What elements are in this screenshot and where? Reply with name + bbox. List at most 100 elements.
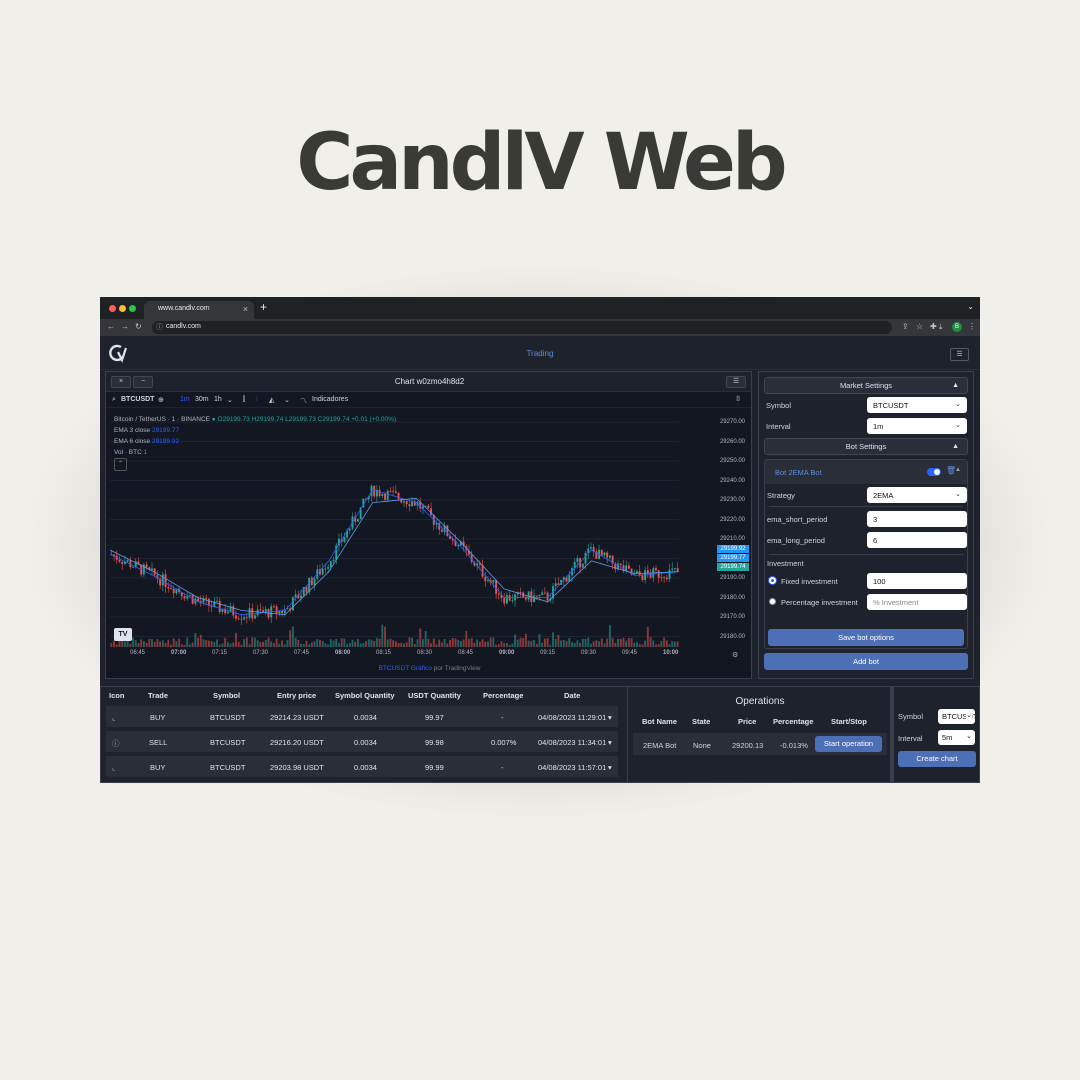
symbol-select[interactable]: BTCUSDT ⌄ <box>867 397 967 413</box>
quick-interval-select[interactable]: 5m ⌄ <box>938 730 975 745</box>
site-info-icon[interactable]: ⓘ <box>156 322 163 332</box>
start-operation-button[interactable]: Start operation <box>815 736 882 752</box>
volume-bar <box>313 641 316 647</box>
tab-search-icon[interactable]: ⌄ <box>967 302 974 311</box>
maximize-window-dot[interactable] <box>129 305 136 312</box>
volume-bar <box>329 639 332 647</box>
chart-settings-icon[interactable]: ⚙ <box>732 651 738 659</box>
volume-bar <box>110 643 113 647</box>
strategy-select[interactable]: 2EMA ⌄ <box>867 487 967 503</box>
symbol-search-icon[interactable]: ⌕ <box>112 396 116 404</box>
table-row[interactable]: ⌞ BUY BTCUSDT 29203.98 USDT 0.0034 99.99… <box>106 756 618 777</box>
chevron-down-icon: ⌄ <box>966 711 972 719</box>
browser-tab[interactable]: www.candlv.com × <box>144 301 254 319</box>
percentage-investment-input[interactable]: % Investment <box>867 594 967 610</box>
y-tick-label: 29180.00 <box>719 633 745 640</box>
volume-bar <box>272 643 275 647</box>
credit-link[interactable]: BTCUSDT Gráfico <box>378 665 431 672</box>
interval-dropdown-icon[interactable]: ⌄ <box>227 396 233 404</box>
fixed-investment-radio[interactable] <box>769 577 776 584</box>
price-tag: 29199.74 <box>717 563 749 571</box>
volume-bar <box>123 641 126 647</box>
add-compare-icon[interactable]: ⊕ <box>158 396 164 404</box>
candle-body <box>373 485 376 497</box>
bot-card-header[interactable]: Bot 2EMA Bot 🗑 ▲ <box>765 460 967 484</box>
x-tick-label: 08:45 <box>458 650 474 656</box>
new-tab-icon[interactable]: + <box>260 300 267 314</box>
hamburger-menu-icon[interactable]: ☰ <box>950 348 969 361</box>
ema-short-input[interactable]: 3 <box>867 511 967 527</box>
add-bot-button[interactable]: Add bot <box>764 653 968 670</box>
share-icon[interactable]: ⇪ <box>902 322 909 331</box>
candle-body <box>446 525 449 537</box>
volume-bar <box>216 639 218 647</box>
tradingview-logo-icon[interactable]: TV <box>114 628 132 641</box>
collapse-legend-icon[interactable]: ⌃ <box>114 458 128 471</box>
save-bot-options-button[interactable]: Save bot options <box>768 629 964 646</box>
interval-1h[interactable]: 1h <box>214 396 222 403</box>
vol-value: 1 <box>143 449 148 456</box>
dropdown-caret-icon[interactable]: ▾ <box>608 763 612 772</box>
screenshot-icon[interactable]: ⌷ <box>736 396 740 404</box>
candle-body <box>235 615 237 619</box>
quick-symbol-label: Symbol <box>898 712 924 721</box>
time-axis[interactable]: 06:45 07:00 07:15 07:30 07:45 08:00 08:15 08:30… <box>110 648 717 660</box>
reload-icon[interactable]: ↻ <box>135 322 142 331</box>
chart-line-icon[interactable]: ⌞ <box>112 713 116 722</box>
qty-cell: 0.0034 <box>354 713 377 722</box>
indicators-icon[interactable]: 〽 <box>300 396 307 406</box>
market-settings-title: Market Settings <box>839 381 893 390</box>
forward-icon[interactable]: → <box>121 322 129 331</box>
style-dropdown-icon[interactable]: ⌄ <box>284 396 290 404</box>
chart-menu-button[interactable]: ☰ <box>726 376 746 388</box>
extensions-icon[interactable]: ✚ <box>930 322 937 331</box>
volume-bar <box>489 637 492 647</box>
close-tab-icon[interactable]: × <box>243 304 248 314</box>
info-circle-icon[interactable]: ⓘ <box>112 738 120 749</box>
dropdown-caret-icon[interactable]: ▾ <box>608 738 612 747</box>
collapse-up-icon[interactable]: ▲ <box>955 467 961 473</box>
interval-1m[interactable]: 1m <box>180 396 190 403</box>
percentage-investment-radio[interactable] <box>769 598 776 605</box>
indicators-label[interactable]: Indicadores <box>312 396 348 403</box>
interval-30m[interactable]: 30m <box>195 396 209 403</box>
symbol-row: Symbol BTCUSDT ⌄ <box>764 394 968 415</box>
candle-body <box>392 490 395 492</box>
address-bar[interactable]: ⓘ candlv.com <box>152 321 892 334</box>
ema3-value: 29199.77 <box>151 427 180 434</box>
dropdown-caret-icon[interactable]: ▾ <box>608 713 612 722</box>
profile-avatar[interactable]: B <box>952 322 962 332</box>
volume-bar <box>264 640 267 647</box>
candle-body <box>348 528 351 531</box>
create-chart-button[interactable]: Create chart <box>898 751 976 767</box>
back-icon[interactable]: ← <box>107 322 115 331</box>
bookmark-star-icon[interactable]: ☆ <box>916 322 923 331</box>
ema-long-input[interactable]: 6 <box>867 532 967 548</box>
candle-body <box>164 574 167 588</box>
area-style-icon[interactable]: ◭ <box>269 396 274 404</box>
volume-bar <box>259 642 262 647</box>
chart-symbol[interactable]: BTCUSDT <box>121 396 154 403</box>
table-row[interactable]: ⌞ BUY BTCUSDT 29214.23 USDT 0.0034 99.97… <box>106 706 618 727</box>
chart-line-icon[interactable]: ⌞ <box>112 763 116 772</box>
bot-enable-toggle[interactable] <box>927 468 941 476</box>
bar-style-icon[interactable]: ⫿ <box>243 396 245 404</box>
fixed-investment-input[interactable]: 100 <box>867 573 967 589</box>
table-row[interactable]: ⓘ SELL BTCUSDT 29216.20 USDT 0.0034 99.9… <box>106 731 618 752</box>
market-settings-header[interactable]: Market Settings ▲ <box>764 377 968 394</box>
nav-title[interactable]: Trading <box>100 349 980 358</box>
interval-select[interactable]: 1m ⌄ <box>867 418 967 434</box>
browser-menu-icon[interactable]: ⋮ <box>968 322 976 331</box>
bot-settings-header[interactable]: Bot Settings ▲ <box>764 438 968 455</box>
minimize-window-dot[interactable] <box>119 305 126 312</box>
volume-bar <box>346 644 349 647</box>
close-window-dot[interactable] <box>109 305 116 312</box>
price-axis[interactable]: 29270.00 29260.00 29250.00 29240.00 29230.00… <box>713 410 751 647</box>
quick-symbol-select[interactable]: BTCUSDT ⌄ <box>938 709 975 724</box>
download-icon[interactable]: ⤓ <box>939 322 943 332</box>
y-tick-label: 29170.00 <box>719 614 745 620</box>
candle-body <box>676 568 679 571</box>
operation-row[interactable]: 2EMA Bot None 29200.13 -0.013% Start ope… <box>633 733 887 755</box>
candles-style-icon[interactable]: ⦙ <box>256 396 258 404</box>
ema6-value: 29199.92 <box>151 438 180 445</box>
